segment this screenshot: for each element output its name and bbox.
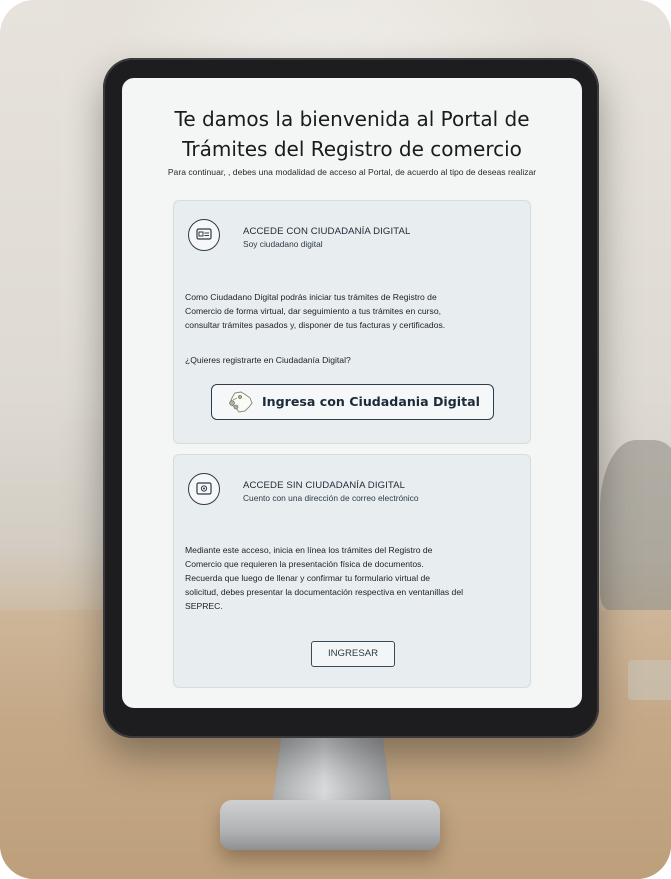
description-line: Recuerda que luego de llenar y confirmar…	[185, 573, 431, 583]
description-line: SEPREC.	[185, 601, 223, 611]
page-subtitle: Para continuar, , debes una modalidad de…	[167, 167, 537, 177]
ciudadania-digital-button-label: Ingresa con Ciudadania Digital	[262, 394, 480, 409]
bolivia-map-icon	[229, 391, 253, 413]
description-line: Como Ciudadano Digital podrás iniciar tu…	[185, 292, 437, 302]
ingresar-button[interactable]: INGRESAR	[311, 641, 395, 667]
description-line: consultar trámites pasados y, disponer d…	[185, 320, 446, 330]
description-line: Mediante este acceso, inicia en línea lo…	[185, 545, 433, 555]
photo-background: Te damos la bienvenida al Portal de Trám…	[0, 0, 671, 879]
card-title: ACCEDE CON CIUDADANÍA DIGITAL	[243, 226, 411, 237]
description-line: Comercio de forma virtual, dar seguimien…	[185, 306, 442, 316]
description-line: solicitud, debes presentar la documentac…	[185, 587, 464, 597]
card-description: Mediante este acceso, inicia en línea lo…	[185, 543, 521, 613]
page-title-line-1: Te damos la bienvenida al Portal de	[174, 107, 530, 131]
card-description: Como Ciudadano Digital podrás iniciar tu…	[185, 290, 521, 332]
page-title-line-2: Trámites del Registro de comercio	[182, 137, 522, 161]
card-sin-ciudadania-digital: ACCEDE SIN CIUDADANÍA DIGITAL Cuento con…	[173, 454, 531, 688]
tablet-screen: Te damos la bienvenida al Portal de Trám…	[122, 78, 582, 708]
description-line: Comercio que requieren la presentación f…	[185, 559, 424, 569]
tablet-stand-base	[220, 800, 440, 850]
card-ciudadania-digital: ACCEDE CON CIUDADANÍA DIGITAL Soy ciudad…	[173, 200, 531, 444]
background-book	[628, 660, 671, 700]
card-subtitle: Soy ciudadano digital	[243, 239, 323, 249]
page-title: Te damos la bienvenida al Portal de Trám…	[122, 104, 582, 164]
background-plant	[600, 440, 671, 610]
id-card-icon	[188, 219, 220, 251]
register-question: ¿Quieres registrarte en Ciudadanía Digit…	[185, 355, 351, 365]
ciudadania-digital-login-button[interactable]: Ingresa con Ciudadania Digital	[211, 384, 494, 420]
card-subtitle: Cuento con una dirección de correo elect…	[243, 493, 419, 503]
card-title: ACCEDE SIN CIUDADANÍA DIGITAL	[243, 480, 406, 491]
email-card-icon	[188, 473, 220, 505]
